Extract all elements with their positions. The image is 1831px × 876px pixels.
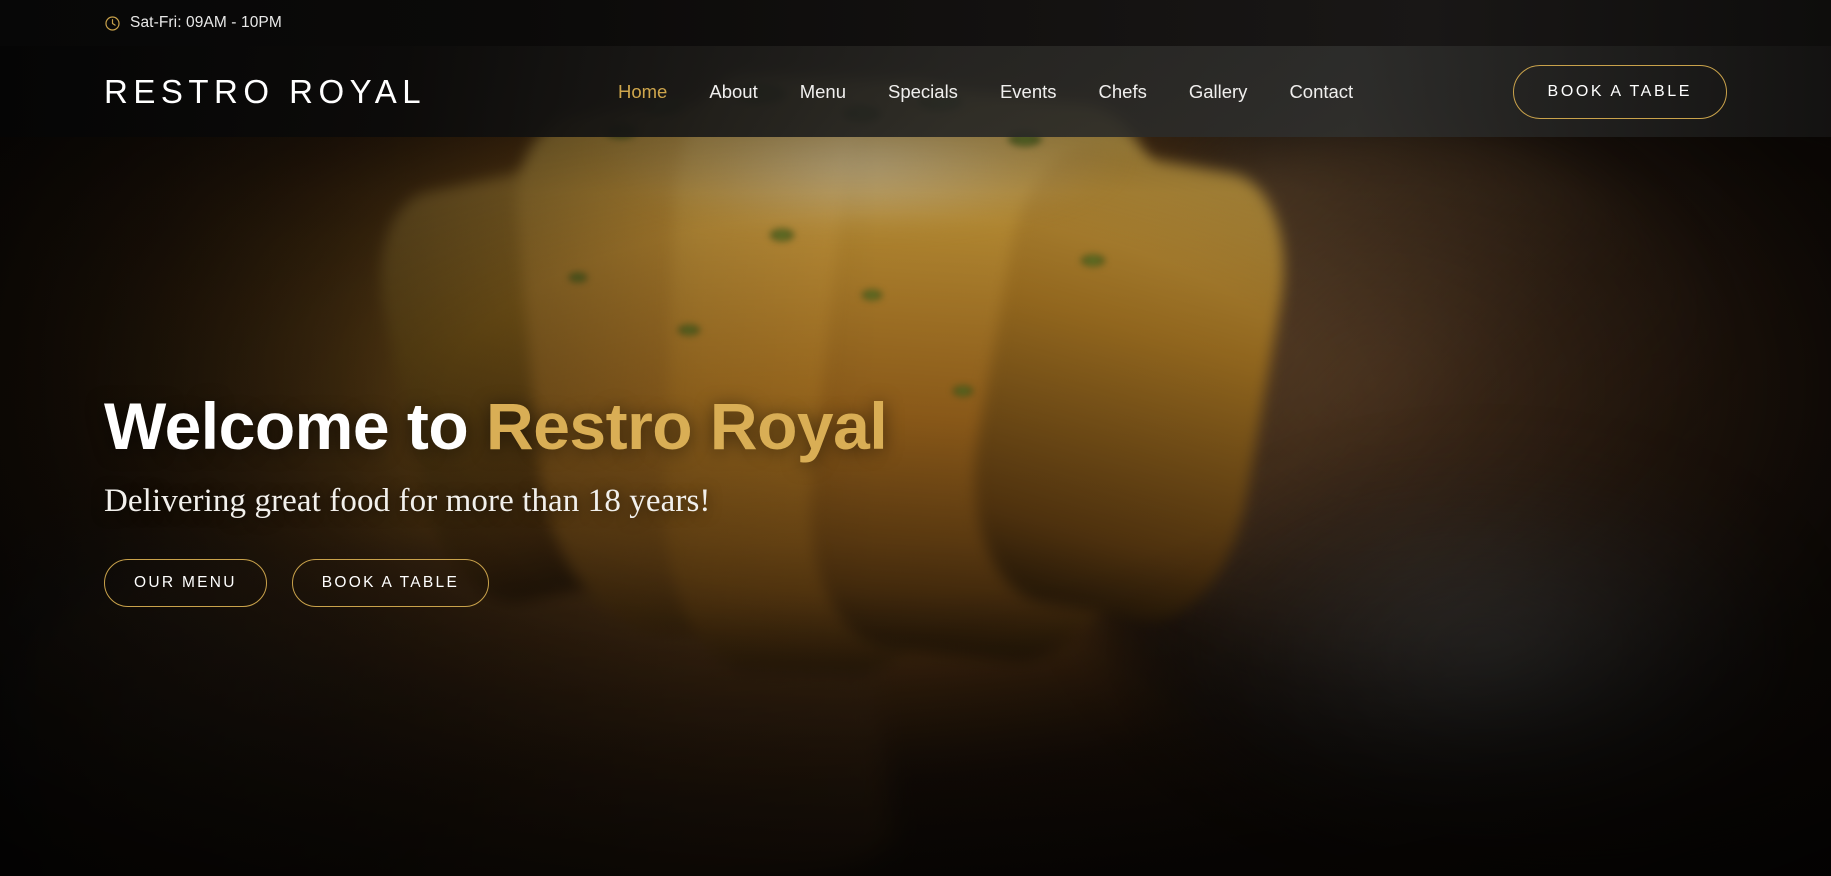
- nav-item-chefs[interactable]: Chefs: [1078, 75, 1168, 109]
- hero-title-gold: Restro Royal: [486, 389, 888, 463]
- site-logo[interactable]: RESTRO ROYAL: [104, 73, 426, 111]
- header-book-a-table-button[interactable]: BOOK A TABLE: [1512, 64, 1727, 119]
- clock-icon: [105, 15, 120, 31]
- nav-item-contact[interactable]: Contact: [1268, 75, 1374, 109]
- opening-hours: Sat-Fri: 09AM - 10PM: [0, 15, 282, 32]
- nav-item-home[interactable]: Home: [597, 75, 688, 109]
- hero-actions: OUR MENU BOOK A TABLE: [104, 559, 1304, 608]
- our-menu-button[interactable]: OUR MENU: [104, 559, 267, 608]
- main-navigation: Home About Menu Specials Events Chefs Ga…: [597, 75, 1374, 109]
- site-header: RESTRO ROYAL Home About Menu Specials Ev…: [0, 46, 1831, 137]
- nav-item-gallery[interactable]: Gallery: [1168, 75, 1269, 109]
- top-utility-bar: Sat-Fri: 09AM - 10PM: [0, 0, 1831, 46]
- hero-subtitle: Delivering great food for more than 18 y…: [104, 483, 711, 520]
- nav-item-events[interactable]: Events: [979, 75, 1078, 109]
- nav-item-about[interactable]: About: [688, 75, 778, 109]
- page-root: Sat-Fri: 09AM - 10PM RESTRO ROYAL Home A…: [0, 0, 1831, 876]
- hero-title-white: Welcome to: [104, 389, 487, 463]
- nav-item-menu[interactable]: Menu: [779, 75, 867, 109]
- hero-section: Welcome to Restro Royal Delivering great…: [104, 389, 1304, 608]
- nav-item-specials[interactable]: Specials: [867, 75, 979, 109]
- opening-hours-text: Sat-Fri: 09AM - 10PM: [130, 14, 282, 32]
- hero-book-a-table-button[interactable]: BOOK A TABLE: [291, 559, 490, 608]
- hero-title: Welcome to Restro Royal: [104, 389, 1304, 463]
